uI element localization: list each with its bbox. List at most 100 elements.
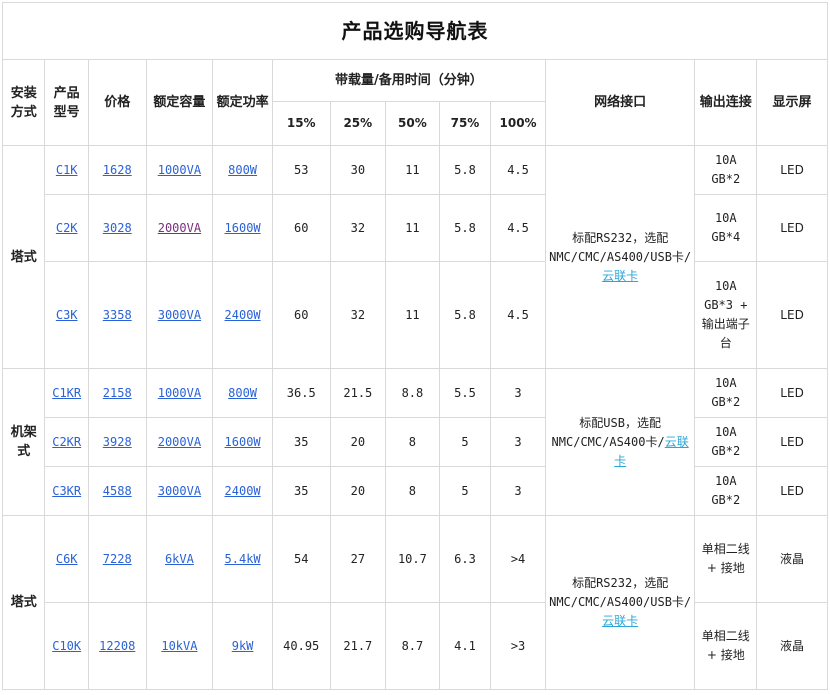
product-guide-table: 产品选购导航表 安装方式 产品型号 价格 额定容量 额定功率 带载量/备用时间（…: [1, 2, 828, 690]
backup-50: 10.7: [385, 515, 440, 603]
model-link[interactable]: C1KR: [52, 386, 81, 400]
backup-15: 60: [271, 194, 331, 262]
backup-15: 35: [271, 417, 331, 467]
backup-25: 32: [329, 261, 387, 369]
table-row: 塔式 C1K 1628 1000VA 800W 53 30 11 5.8 4.5…: [1, 145, 828, 369]
table-row: C10K 12208 10kVA 9kW 40.95 21.7 8.7 4.1 …: [3, 602, 828, 690]
backup-75: 5.5: [438, 368, 492, 418]
header-capacity: 额定容量: [145, 59, 214, 146]
backup-100: 4.5: [490, 261, 546, 369]
backup-100: 4.5: [490, 145, 546, 195]
page: 产品选购导航表 安装方式 产品型号 价格 额定容量 额定功率 带载量/备用时间（…: [0, 0, 830, 695]
header-model: 产品型号: [44, 59, 89, 146]
model-link[interactable]: C3KR: [52, 484, 81, 498]
network-interface-cell: 标配RS232，选配NMC/CMC/AS400/USB卡/云联卡: [544, 145, 696, 369]
output-connection: 10A GB*4: [694, 194, 758, 262]
backup-50: 11: [385, 194, 440, 262]
power-link[interactable]: 800W: [228, 163, 257, 177]
backup-100: 3: [490, 368, 546, 418]
price-link[interactable]: 7228: [103, 552, 132, 566]
header-display: 显示屏: [756, 59, 828, 146]
price-link[interactable]: 4588: [103, 484, 132, 498]
header-power: 额定功率: [212, 59, 273, 146]
install-type-rack: 机架式: [1, 368, 46, 516]
model-link[interactable]: C1K: [56, 163, 78, 177]
table-row: C2K 3028 2000VA 1600W 60 32 11 5.8 4.5 1…: [3, 194, 828, 262]
model-link[interactable]: C2K: [56, 221, 78, 235]
output-connection: 10A GB*2: [694, 417, 758, 467]
header-pct-100: 100%: [490, 101, 546, 146]
backup-15: 40.95: [271, 602, 331, 690]
backup-100: 3: [490, 466, 546, 516]
table-row: C3KR 4588 3000VA 2400W 35 20 8 5 3 10A G…: [3, 466, 828, 516]
network-text: 标配RS232，选配NMC/CMC/AS400/USB卡/: [549, 576, 692, 609]
output-connection: 10A GB*2: [694, 145, 758, 195]
display-type: 液晶: [756, 515, 828, 603]
power-link[interactable]: 9kW: [232, 639, 254, 653]
backup-75: 5: [438, 417, 492, 467]
table-row: 机架式 C1KR 2158 1000VA 800W 36.5 21.5 8.8 …: [1, 368, 828, 516]
model-link[interactable]: C6K: [56, 552, 78, 566]
backup-15: 35: [271, 466, 331, 516]
header-pct-75: 75%: [438, 101, 492, 146]
backup-50: 11: [385, 145, 440, 195]
power-link[interactable]: 2400W: [225, 308, 261, 322]
power-link[interactable]: 5.4kW: [225, 552, 261, 566]
table-row: 塔式 C6K 7228 6kVA 5.4kW 54 27 10.7 6.3 >4…: [1, 515, 828, 690]
backup-50: 8.8: [385, 368, 440, 418]
model-link[interactable]: C10K: [52, 639, 81, 653]
capacity-link[interactable]: 2000VA: [158, 435, 201, 449]
output-connection: 10A GB*2: [694, 466, 758, 516]
display-type: LED: [756, 466, 828, 516]
capacity-link[interactable]: 3000VA: [158, 484, 201, 498]
power-link[interactable]: 2400W: [225, 484, 261, 498]
model-link[interactable]: C2KR: [52, 435, 81, 449]
network-interface-cell: 标配USB，选配NMC/CMC/AS400卡/云联卡: [544, 368, 696, 516]
backup-15: 36.5: [271, 368, 331, 418]
backup-15: 54: [271, 515, 331, 603]
backup-50: 8: [385, 466, 440, 516]
backup-25: 21.7: [329, 602, 387, 690]
price-link[interactable]: 12208: [99, 639, 135, 653]
backup-100: >4: [490, 515, 546, 603]
backup-25: 32: [329, 194, 387, 262]
capacity-link[interactable]: 1000VA: [158, 163, 201, 177]
capacity-link[interactable]: 10kVA: [161, 639, 197, 653]
network-text: 标配RS232，选配NMC/CMC/AS400/USB卡/: [549, 230, 692, 264]
capacity-link[interactable]: 3000VA: [158, 308, 201, 322]
install-type-tower: 塔式: [1, 145, 46, 369]
header-price: 价格: [87, 59, 147, 146]
backup-75: 4.1: [438, 602, 492, 690]
table-row: C3K 3358 3000VA 2400W 60 32 11 5.8 4.5 1…: [3, 261, 828, 369]
header-pct-50: 50%: [385, 101, 440, 146]
price-link[interactable]: 3028: [103, 221, 132, 235]
backup-50: 11: [385, 261, 440, 369]
backup-75: 5: [438, 466, 492, 516]
backup-75: 6.3: [438, 515, 492, 603]
table-row: C2KR 3928 2000VA 1600W 35 20 8 5 3 10A G…: [3, 417, 828, 467]
display-type: LED: [756, 145, 828, 195]
output-connection: 10A GB*2: [694, 368, 758, 418]
capacity-link[interactable]: 6kVA: [165, 552, 194, 566]
backup-15: 60: [271, 261, 331, 369]
power-link[interactable]: 800W: [228, 386, 257, 400]
display-type: LED: [756, 194, 828, 262]
price-link[interactable]: 3358: [103, 308, 132, 322]
power-link[interactable]: 1600W: [225, 221, 261, 235]
price-link[interactable]: 1628: [103, 163, 132, 177]
install-type-tower-large: 塔式: [1, 515, 46, 690]
cloud-card-link[interactable]: 云联卡: [602, 269, 638, 283]
display-type: LED: [756, 417, 828, 467]
output-connection: 单相二线 + 接地: [694, 602, 758, 690]
capacity-link[interactable]: 2000VA: [158, 221, 201, 235]
display-type: LED: [756, 261, 828, 369]
capacity-link[interactable]: 1000VA: [158, 386, 201, 400]
backup-75: 5.8: [438, 194, 492, 262]
header-network: 网络接口: [544, 59, 696, 146]
price-link[interactable]: 3928: [103, 435, 132, 449]
table-title: 产品选购导航表: [2, 2, 828, 60]
price-link[interactable]: 2158: [103, 386, 132, 400]
model-link[interactable]: C3K: [56, 308, 78, 322]
power-link[interactable]: 1600W: [225, 435, 261, 449]
cloud-card-link[interactable]: 云联卡: [602, 614, 638, 628]
